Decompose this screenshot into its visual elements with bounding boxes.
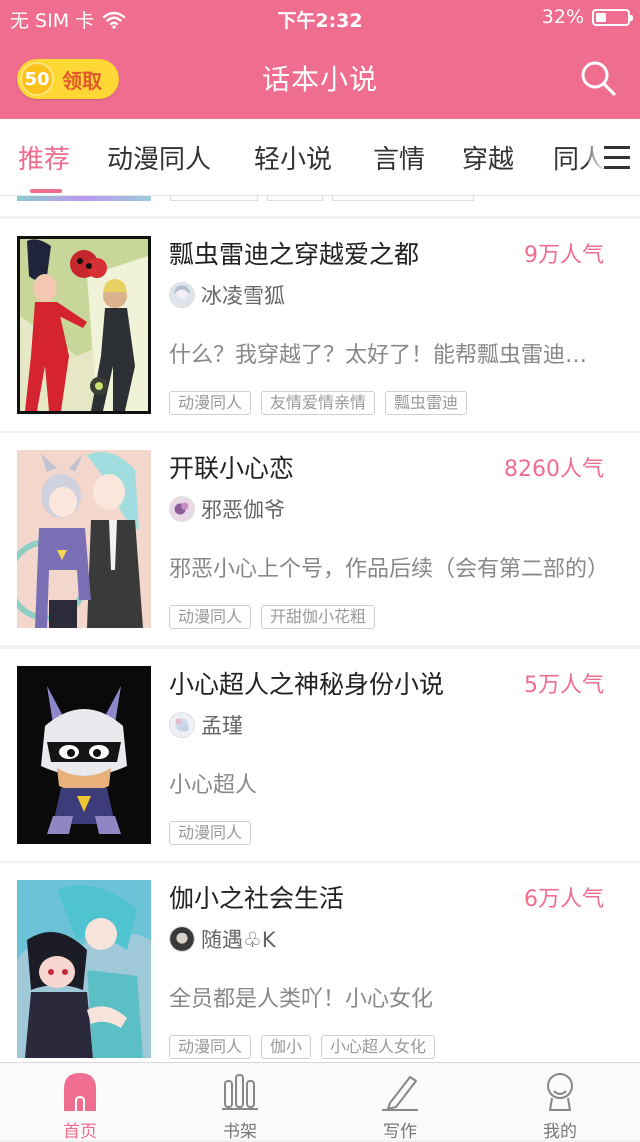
popularity-count: 9万人气 — [524, 243, 604, 268]
author-name: 冰凌雪狐 — [201, 284, 285, 308]
story-cover — [17, 880, 151, 1058]
story-item[interactable]: 伽小之社会生活 6万人气 随遇♧K 全员都是人类吖！小心女化 动漫同人 伽小 小… — [0, 863, 640, 1062]
avatar — [169, 282, 195, 308]
battery-icon — [592, 8, 633, 26]
search-icon[interactable] — [578, 58, 618, 98]
avatar — [169, 712, 195, 738]
page-title: 话本小说 — [261, 63, 378, 96]
story-item[interactable]: 开联小心恋 8260人气 邪恶伽爷 邪恶小心上个号，作品后续（会有第二部的） 动… — [0, 433, 640, 645]
story-tag[interactable]: 动漫同人 — [169, 821, 252, 845]
tab-time-travel[interactable]: 穿越 — [462, 139, 514, 176]
tab-light-novel[interactable]: 轻小说 — [254, 139, 332, 176]
story-tag[interactable]: 小心超人女化 — [321, 1035, 436, 1059]
popularity-count: 6万人气 — [524, 887, 604, 912]
avatar — [169, 496, 195, 522]
nav-profile[interactable]: 我的 — [510, 1069, 610, 1142]
story-title: 小心超人之神秘身份小说 — [169, 670, 445, 699]
story-cover — [17, 450, 151, 628]
battery-percent: 32% — [541, 6, 584, 28]
menu-icon[interactable] — [588, 119, 640, 195]
author-name: 随遇♧K — [201, 928, 276, 952]
story-tag[interactable]: 伽小 — [261, 1035, 312, 1059]
nav-label: 我的 — [543, 1122, 577, 1142]
tab-romance[interactable]: 言情 — [373, 139, 425, 176]
story-description: 什么？我穿越了？太好了！能帮瓢虫雷迪打败蝴蝶魔了 — [169, 343, 609, 368]
pencil-icon — [382, 1076, 418, 1111]
status-bar: 无 SIM 卡 下午2:32 32% — [0, 0, 640, 36]
story-tag[interactable]: 动漫同人 — [169, 605, 252, 629]
category-tabs: 推荐 动漫同人 轻小说 言情 穿越 同人 — [0, 119, 640, 196]
profile-icon — [547, 1073, 573, 1111]
tab-recommend[interactable]: 推荐 — [18, 139, 70, 176]
nav-label: 书架 — [223, 1122, 257, 1142]
story-description: 小心超人 — [169, 773, 258, 798]
story-tag[interactable]: 瓢虫雷迪 — [385, 391, 468, 415]
story-title: 瓢虫雷迪之穿越爱之都 — [169, 240, 420, 269]
author-name: 邪恶伽爷 — [201, 498, 285, 522]
story-tag[interactable]: 友情爱情亲情 — [261, 391, 376, 415]
app-header: 无 SIM 卡 下午2:32 32% 50 领取 话本小说 — [0, 0, 640, 119]
home-icon — [64, 1073, 96, 1111]
story-tag[interactable]: 开甜伽小花粗 — [261, 605, 376, 629]
author-name: 孟瑾 — [201, 714, 243, 738]
avatar — [169, 926, 195, 952]
bookshelf-icon — [222, 1074, 258, 1110]
story-tag[interactable]: 动漫同人 — [169, 1035, 252, 1059]
story-cover — [17, 666, 151, 844]
nav-label: 写作 — [383, 1122, 417, 1142]
story-description: 全员都是人类吖！小心女化 — [169, 987, 434, 1012]
popularity-count: 8260人气 — [504, 457, 604, 482]
nav-write[interactable]: 写作 — [350, 1069, 450, 1142]
nav-home[interactable]: 首页 — [30, 1069, 130, 1142]
list-item-partial — [0, 196, 640, 216]
bottom-navigation: 首页 书架 写作 我的 — [0, 1062, 640, 1142]
nav-bookshelf[interactable]: 书架 — [190, 1069, 290, 1142]
nav-label: 首页 — [63, 1122, 97, 1142]
story-item[interactable]: 瓢虫雷迪之穿越爱之都 9万人气 冰凌雪狐 什么？我穿越了？太好了！能帮瓢虫雷迪打… — [0, 219, 640, 431]
story-cover — [17, 236, 151, 414]
story-list: 瓢虫雷迪之穿越爱之都 9万人气 冰凌雪狐 什么？我穿越了？太好了！能帮瓢虫雷迪打… — [0, 196, 640, 1062]
story-title: 开联小心恋 — [169, 454, 295, 483]
story-title: 伽小之社会生活 — [169, 884, 345, 913]
story-tag[interactable]: 动漫同人 — [169, 391, 252, 415]
story-description: 邪恶小心上个号，作品后续（会有第二部的） — [169, 557, 609, 582]
tab-anime-fanfic[interactable]: 动漫同人 — [107, 139, 211, 176]
story-item[interactable]: 小心超人之神秘身份小说 5万人气 孟瑾 小心超人 动漫同人 — [0, 649, 640, 861]
active-tab-indicator — [30, 189, 62, 193]
popularity-count: 5万人气 — [524, 673, 604, 698]
